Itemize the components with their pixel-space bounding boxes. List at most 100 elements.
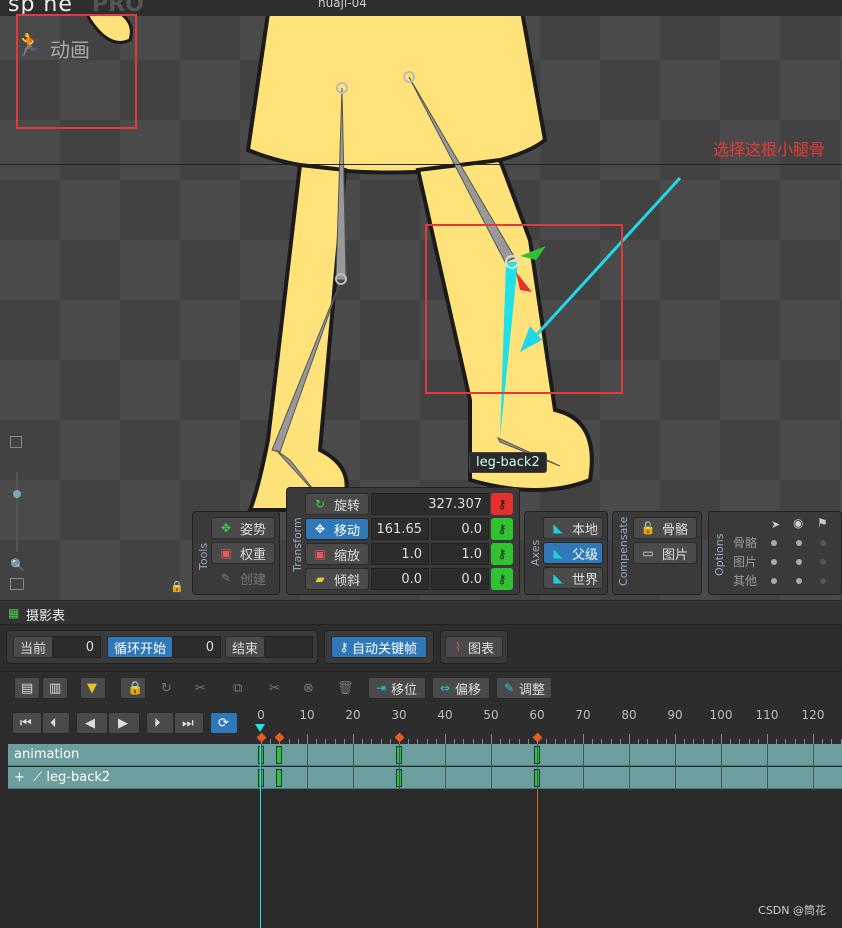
option-toggle[interactable] xyxy=(771,578,777,584)
option-toggle[interactable] xyxy=(796,578,802,584)
shear-key-icon[interactable]: ⚷ xyxy=(491,568,513,590)
track-leg-back2[interactable]: + ⟋ leg-back2 xyxy=(8,767,842,789)
shear-y-field[interactable]: 0.0 xyxy=(431,568,489,590)
scale-button[interactable]: ▣ 缩放 xyxy=(305,543,369,565)
end-field[interactable] xyxy=(265,636,313,658)
rotate-button[interactable]: ↻ 旋转 xyxy=(305,493,369,515)
lock-icon[interactable]: 🔒 xyxy=(170,580,184,593)
keyframe[interactable] xyxy=(276,746,283,764)
zoom-slider-handle[interactable] xyxy=(13,490,21,498)
cut-curve-icon[interactable]: ✂ xyxy=(188,677,214,699)
ruler-tick xyxy=(629,734,630,744)
ruler-label: 10 xyxy=(299,708,315,722)
viewport[interactable]: sp ne PRO huaji-04 🏃 动画 选择这根小腿骨 leg-back… xyxy=(0,0,842,600)
option-toggle[interactable] xyxy=(820,578,826,584)
timeline-ruler[interactable]: 0 10 20 30 40 50 60 70 80 90 100 110 120 xyxy=(255,706,842,744)
scale-y-field[interactable]: 1.0 xyxy=(431,543,489,565)
zoom-control[interactable]: 🔍 xyxy=(6,432,28,592)
current-frame-field[interactable]: 0 xyxy=(53,636,101,658)
track-animation[interactable]: animation xyxy=(8,744,842,766)
create-button[interactable]: ✎ 创建 xyxy=(211,567,275,589)
playback-controls: ⏮ ⏴ ◀ ▶ ⏵ ⏭ ⟳ xyxy=(0,706,258,744)
expand-track-icon[interactable]: + xyxy=(14,770,25,785)
play-icon[interactable]: ▶ xyxy=(108,712,140,734)
create-label: 创建 xyxy=(240,572,267,588)
zoom-slider-track[interactable] xyxy=(16,472,18,552)
loop-start-field[interactable]: 0 xyxy=(173,636,221,658)
frame-range-panel: 当前 0 循环开始 0 结束 xyxy=(6,630,318,664)
autokey-button[interactable]: ⚷ 自动关键帧 xyxy=(331,636,427,658)
compensate-bones-label: 骨骼 xyxy=(662,522,689,538)
loop-start-button[interactable]: 循环开始 xyxy=(107,636,173,658)
shear-button[interactable]: ▰ 倾斜 xyxy=(305,568,369,590)
copy-icon[interactable]: ⧉ xyxy=(226,677,252,699)
graph-button[interactable]: ⌇ 图表 xyxy=(445,636,503,658)
axes-local-button[interactable]: ◣ 本地 xyxy=(543,517,603,539)
adjust-label: 调整 xyxy=(519,682,546,698)
compensate-images-label: 图片 xyxy=(662,547,689,563)
options-panel: Options ➤ ◉ ⚑ 骨骼 图片 其他 xyxy=(708,511,842,595)
bone-lock-icon: 🔓 xyxy=(640,521,656,535)
lock-keys-icon[interactable]: 🔒 xyxy=(120,677,146,699)
weights-icon: ▣ xyxy=(220,546,232,560)
translate-y-field[interactable]: 0.0 xyxy=(431,518,489,540)
option-toggle[interactable] xyxy=(771,540,777,546)
scale-x-field[interactable]: 1.0 xyxy=(371,543,429,565)
ruler-label: 30 xyxy=(391,708,407,722)
weights-button[interactable]: ▣ 权重 xyxy=(211,542,275,564)
option-toggle[interactable] xyxy=(820,559,826,565)
filter-icon[interactable]: ▼ xyxy=(80,677,106,699)
fit-icon[interactable] xyxy=(10,436,22,448)
tag-icon: ⚑ xyxy=(817,516,828,530)
collapse-icon[interactable]: ▤ xyxy=(14,677,40,699)
play-reverse-icon[interactable]: ◀ xyxy=(76,712,108,734)
pose-button[interactable]: ✥ 姿势 xyxy=(211,517,275,539)
trash-icon[interactable]: 🗑 xyxy=(330,677,356,699)
shear-x-field[interactable]: 0.0 xyxy=(371,568,429,590)
scale-key-icon[interactable]: ⚷ xyxy=(491,543,513,565)
transform-panel: Transform ↻ 旋转 327.307 ⚷ ✥ 移动 161.65 0.0 ⚷… xyxy=(286,487,520,595)
rotate-key-icon[interactable]: ⚷ xyxy=(491,493,513,515)
timeline-area[interactable]: animation + ⟋ leg-back2 xyxy=(0,744,842,928)
next-frame-icon[interactable]: ⏵ xyxy=(146,712,174,734)
scale-label: 缩放 xyxy=(334,548,361,564)
translate-button[interactable]: ✥ 移动 xyxy=(305,518,369,540)
move-button[interactable]: ⇥ 移位 xyxy=(368,677,426,699)
prev-frame-icon[interactable]: ⏴ xyxy=(42,712,70,734)
option-toggle[interactable] xyxy=(796,540,802,546)
loop-toggle-icon[interactable]: ⟳ xyxy=(210,712,238,734)
loop-icon[interactable]: ↻ xyxy=(154,677,180,699)
eye-icon: ◉ xyxy=(793,516,804,530)
compensate-bones-button[interactable]: 🔓 骨骼 xyxy=(633,517,697,539)
fullscreen-icon[interactable] xyxy=(10,578,24,590)
option-toggle[interactable] xyxy=(796,559,802,565)
translate-x-field[interactable]: 161.65 xyxy=(371,518,429,540)
axes-panel: Axes ◣ 本地 ◣ 父级 ◣ 世界 xyxy=(524,511,608,595)
cut-icon[interactable]: ✂ xyxy=(262,677,288,699)
end-label[interactable]: 结束 xyxy=(225,636,265,658)
compensate-images-button[interactable]: ▭ 图片 xyxy=(633,542,697,564)
playhead-marker[interactable] xyxy=(255,724,265,732)
rotate-field[interactable]: 327.307 xyxy=(371,493,489,515)
dopesheet-icon: ▦ xyxy=(8,606,20,620)
grid-line xyxy=(629,744,630,790)
option-toggle[interactable] xyxy=(771,559,777,565)
keyframe[interactable] xyxy=(276,769,283,787)
ruler-label: 40 xyxy=(437,708,453,722)
annotation-text: 选择这根小腿骨 xyxy=(713,140,826,159)
last-frame-icon[interactable]: ⏭ xyxy=(174,712,204,734)
expand-icon[interactable]: ▥ xyxy=(42,677,68,699)
autokey-icon: ⚷ xyxy=(339,640,349,654)
first-frame-icon[interactable]: ⏮ xyxy=(12,712,42,734)
ruler-label: 110 xyxy=(755,708,779,722)
delete-icon[interactable]: ⊗ xyxy=(296,677,322,699)
translate-key-icon[interactable]: ⚷ xyxy=(491,518,513,540)
option-toggle[interactable] xyxy=(820,540,826,546)
offset-button[interactable]: ⇔ 偏移 xyxy=(432,677,490,699)
dopesheet-toolbar-1: 当前 0 循环开始 0 结束 ⚷ 自动关键帧 ⌇ 图表 xyxy=(0,626,842,670)
axes-world-button[interactable]: ◣ 世界 xyxy=(543,567,603,589)
autokey-label: 自动关键帧 xyxy=(352,641,418,657)
adjust-button[interactable]: ✎ 调整 xyxy=(496,677,552,699)
axes-parent-button[interactable]: ◣ 父级 xyxy=(543,542,603,564)
zoom-search-icon[interactable]: 🔍 xyxy=(10,558,25,572)
